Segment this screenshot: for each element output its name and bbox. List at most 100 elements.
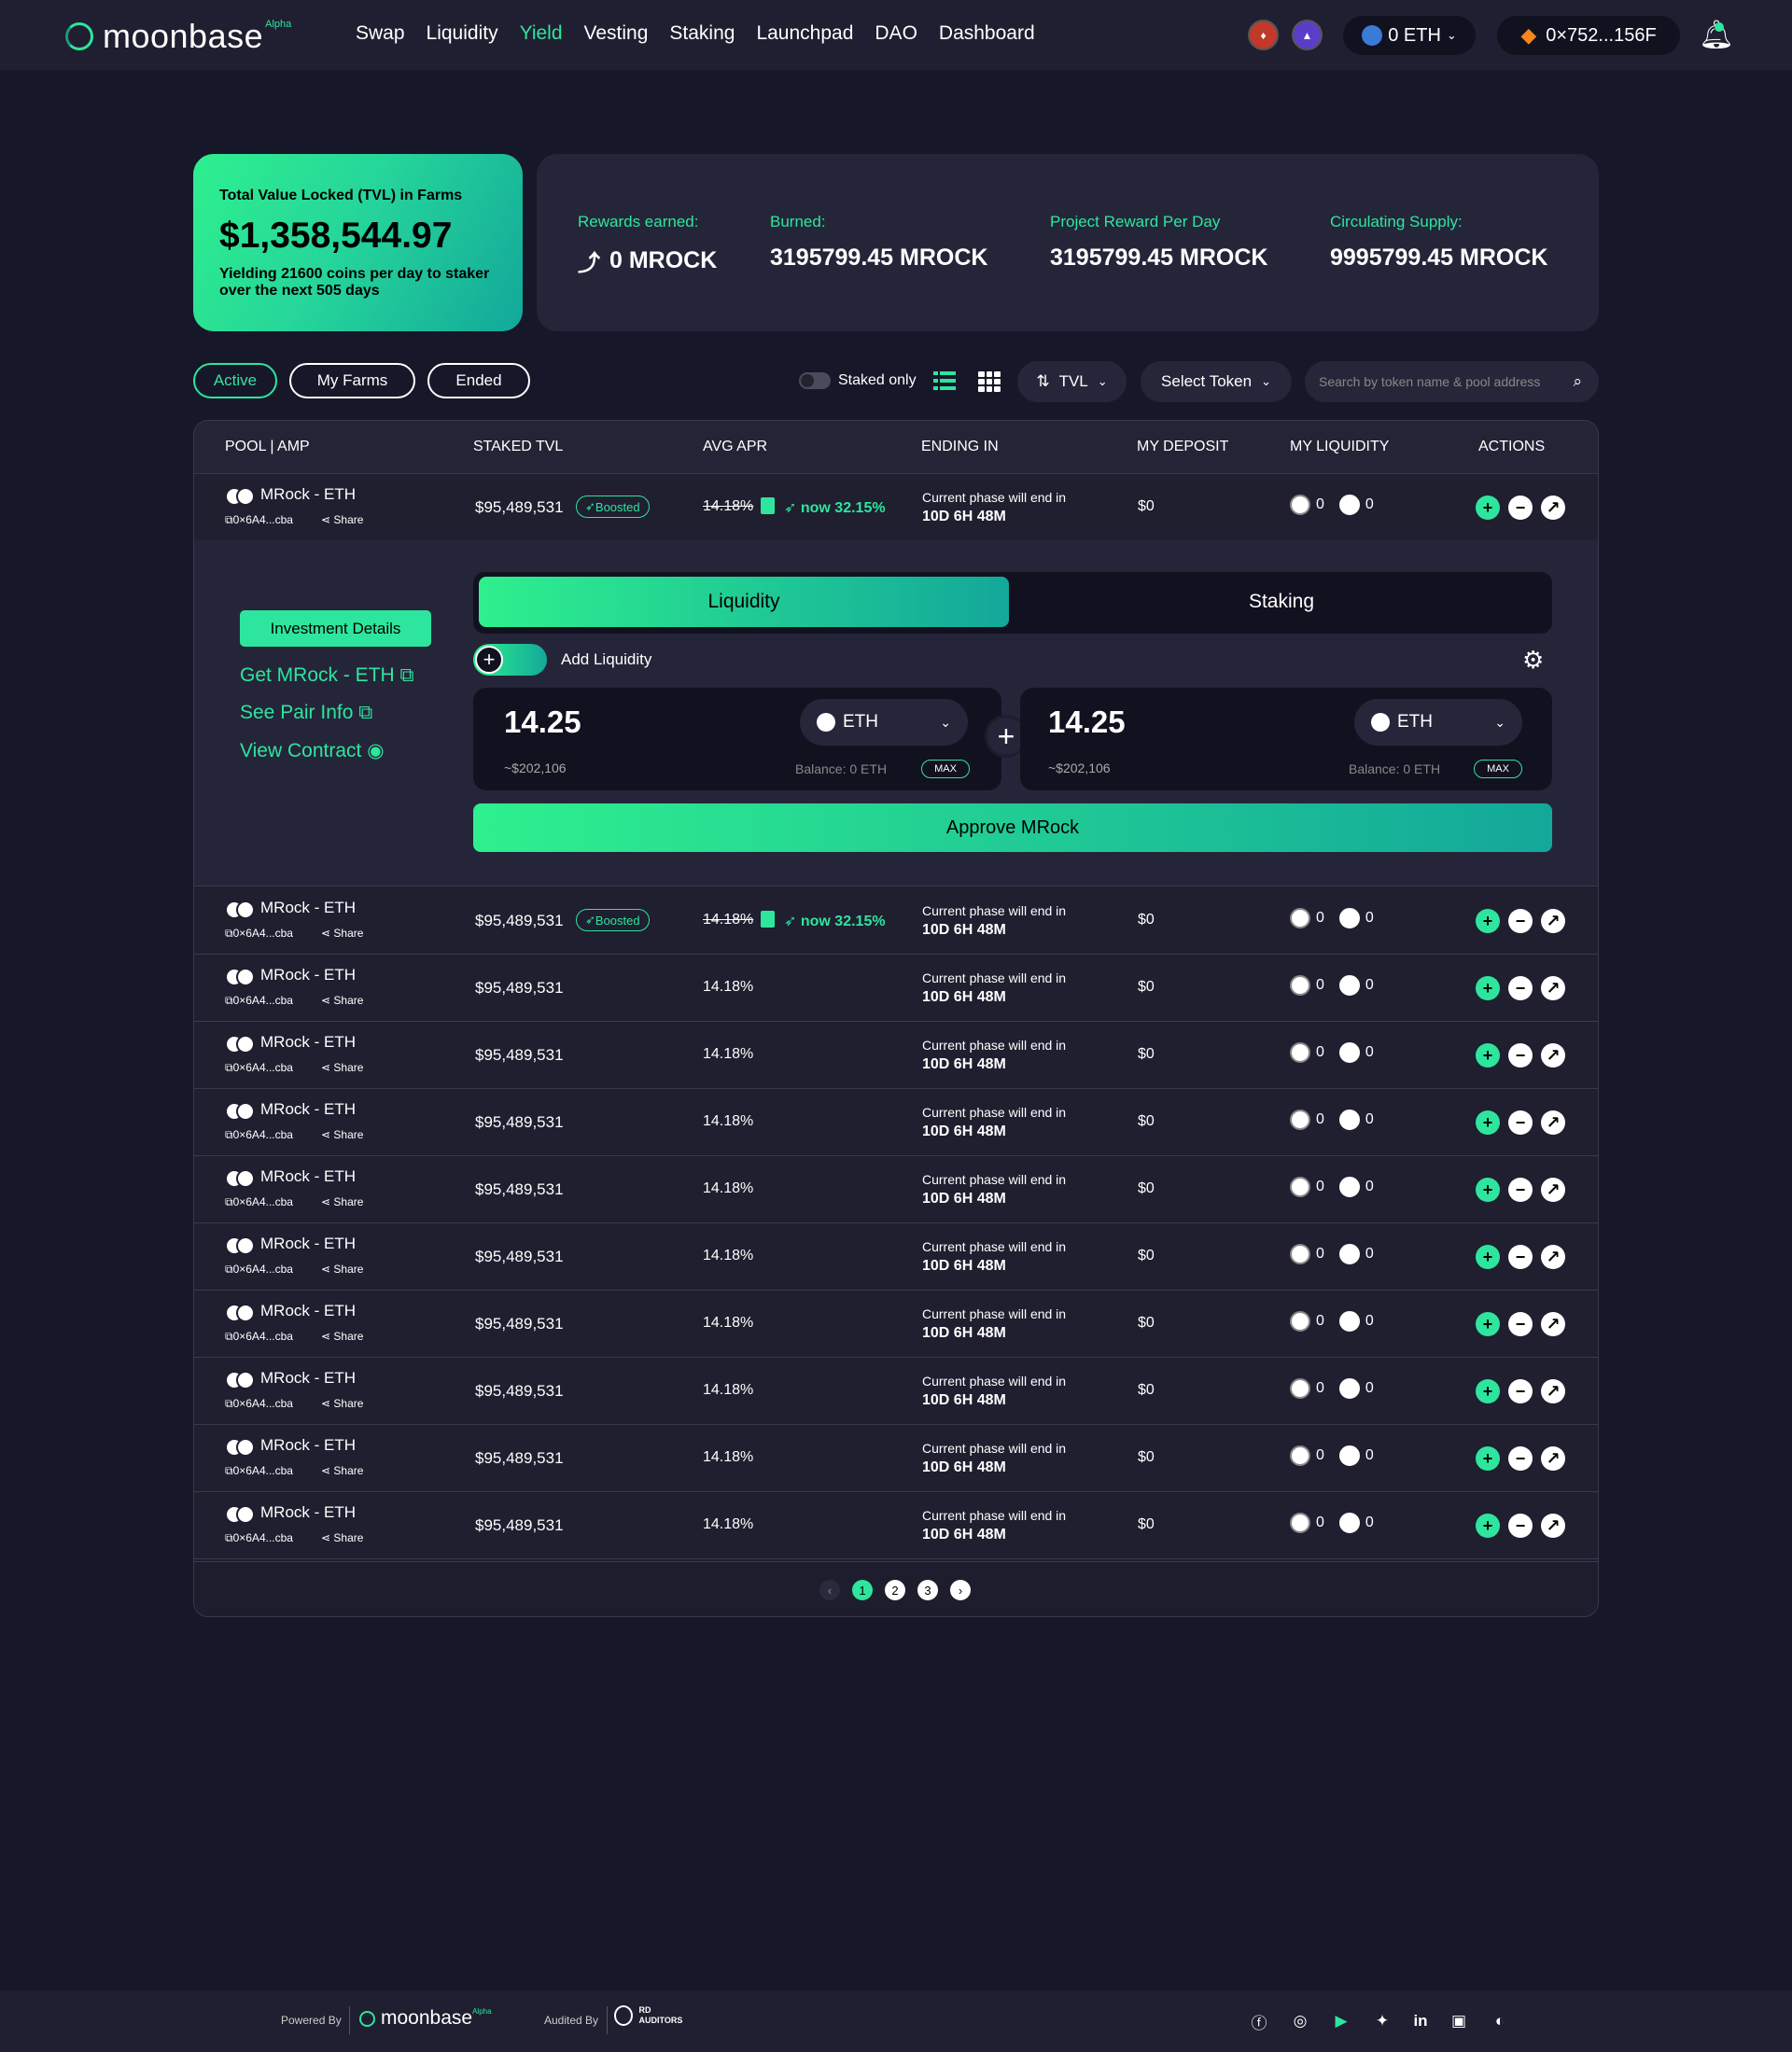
table-row[interactable]: MRock - ETH ⧉0×6A4...cba ⋖ Share $95,489,53… xyxy=(194,1223,1598,1291)
tab-liquidity[interactable]: Liquidity xyxy=(479,577,1009,627)
add-liquidity-icon[interactable]: + xyxy=(1476,1043,1500,1068)
table-row[interactable]: MRock - ETH ⧉0×6A4...cba ⋖ Share $95,489,53… xyxy=(194,887,1598,955)
remove-liquidity-icon[interactable]: − xyxy=(1508,1178,1533,1202)
remove-liquidity-icon[interactable]: − xyxy=(1508,909,1533,933)
page-3-button[interactable]: 3 xyxy=(917,1580,938,1600)
gear-icon[interactable]: ⚙ xyxy=(1522,646,1544,675)
share-link[interactable]: ⋖ Share xyxy=(321,1531,363,1544)
add-liquidity-icon[interactable]: + xyxy=(1476,1312,1500,1336)
share-link[interactable]: ⋖ Share xyxy=(321,994,363,1007)
grid-view-icon[interactable] xyxy=(978,371,1001,392)
sort-dropdown[interactable]: ⇅ TVL ⌄ xyxy=(1017,361,1127,402)
token-b-max-button[interactable]: MAX xyxy=(1474,760,1522,778)
pool-address[interactable]: ⧉0×6A4...cba xyxy=(225,1330,293,1344)
nav-link-launchpad[interactable]: Launchpad xyxy=(756,22,853,45)
twitch-icon[interactable]: ▣ xyxy=(1449,2011,1469,2031)
token-b-select[interactable]: ETH ⌄ xyxy=(1354,699,1522,746)
get-token-link[interactable]: Get MRock - ETH ⧉ xyxy=(240,664,414,687)
table-row[interactable]: MRock - ETH ⧉0×6A4...cba ⋖ Share $95,489,53… xyxy=(194,1156,1598,1223)
table-row[interactable]: MRock - ETH ⧉0×6A4...cba ⋖ Share $95,489,53… xyxy=(194,474,1598,541)
facebook-icon[interactable]: ⓕ xyxy=(1249,2011,1269,2032)
pool-address[interactable]: ⧉0×6A4...cba xyxy=(225,1128,293,1142)
twitter-icon[interactable]: ✦ xyxy=(1372,2011,1393,2031)
add-liquidity-icon[interactable]: + xyxy=(1476,976,1500,1000)
staked-only-toggle[interactable] xyxy=(799,372,831,389)
calculator-icon[interactable] xyxy=(761,497,775,514)
open-farm-icon[interactable]: ↗ xyxy=(1541,976,1565,1000)
view-contract-link[interactable]: View Contract ◉ xyxy=(240,739,385,762)
add-liquidity-icon[interactable]: + xyxy=(1476,1110,1500,1135)
share-link[interactable]: ⋖ Share xyxy=(321,1464,363,1477)
page-2-button[interactable]: 2 xyxy=(885,1580,905,1600)
share-link[interactable]: ⋖ Share xyxy=(321,1128,363,1141)
open-farm-icon[interactable]: ↗ xyxy=(1541,1110,1565,1135)
remove-liquidity-icon[interactable]: − xyxy=(1508,1446,1533,1471)
filter-active-button[interactable]: Active xyxy=(193,363,277,398)
remove-liquidity-icon[interactable]: − xyxy=(1508,1245,1533,1269)
open-farm-icon[interactable]: ↗ xyxy=(1541,1245,1565,1269)
filter-my-farms-button[interactable]: My Farms xyxy=(289,363,415,398)
auditor-logo[interactable]: RD AUDITORS xyxy=(614,2005,682,2026)
search-input[interactable]: Search by token name & pool address ⌕ xyxy=(1305,361,1599,402)
nav-link-yield[interactable]: Yield xyxy=(520,22,563,45)
token-a-select[interactable]: ETH ⌄ xyxy=(800,699,968,746)
share-link[interactable]: ⋖ Share xyxy=(321,1397,363,1410)
pool-address[interactable]: ⧉0×6A4...cba xyxy=(225,1531,293,1545)
open-farm-icon[interactable]: ↗ xyxy=(1541,1379,1565,1403)
table-row[interactable]: MRock - ETH ⧉0×6A4...cba ⋖ Share $95,489,53… xyxy=(194,955,1598,1022)
approve-button[interactable]: Approve MRock xyxy=(473,803,1552,852)
youtube-icon[interactable]: ▶ xyxy=(1331,2011,1351,2031)
remove-liquidity-icon[interactable]: − xyxy=(1508,1514,1533,1538)
see-pair-info-link[interactable]: See Pair Info ⧉ xyxy=(240,702,372,724)
table-row[interactable]: MRock - ETH ⧉0×6A4...cba ⋖ Share $95,489,53… xyxy=(194,1425,1598,1492)
pool-address[interactable]: ⧉0×6A4...cba xyxy=(225,927,293,941)
filter-ended-button[interactable]: Ended xyxy=(427,363,530,398)
next-page-icon[interactable]: › xyxy=(950,1580,971,1600)
add-liquidity-icon[interactable]: + xyxy=(1476,909,1500,933)
open-farm-icon[interactable]: ↗ xyxy=(1541,1312,1565,1336)
footer-moonbase-logo[interactable]: moonbase Alpha xyxy=(359,2007,492,2030)
search-icon[interactable]: ⌕ xyxy=(1573,372,1582,391)
investment-details-button[interactable]: Investment Details xyxy=(240,610,431,647)
table-row[interactable]: MRock - ETH ⧉0×6A4...cba ⋖ Share $95,489,53… xyxy=(194,1492,1598,1559)
add-liquidity-icon[interactable]: + xyxy=(1476,1446,1500,1471)
share-link[interactable]: ⋖ Share xyxy=(321,1263,363,1276)
share-link[interactable]: ⋖ Share xyxy=(321,1195,363,1208)
nav-link-staking[interactable]: Staking xyxy=(669,22,735,45)
pool-address[interactable]: ⧉0×6A4...cba xyxy=(225,1464,293,1478)
calculator-icon[interactable] xyxy=(761,911,775,928)
remove-liquidity-icon[interactable]: − xyxy=(1508,496,1533,520)
network-badge-alt-icon[interactable]: ▲ xyxy=(1292,20,1323,50)
open-farm-icon[interactable]: ↗ xyxy=(1541,1446,1565,1471)
add-liquidity-icon[interactable]: + xyxy=(1476,1245,1500,1269)
pool-address[interactable]: ⧉0×6A4...cba xyxy=(225,1061,293,1075)
share-link[interactable]: ⋖ Share xyxy=(321,513,363,526)
open-farm-icon[interactable]: ↗ xyxy=(1541,909,1565,933)
remove-liquidity-icon[interactable]: − xyxy=(1508,1110,1533,1135)
nav-link-swap[interactable]: Swap xyxy=(356,22,405,45)
open-farm-icon[interactable]: ↗ xyxy=(1541,1178,1565,1202)
linkedin-icon[interactable]: in xyxy=(1410,2011,1431,2031)
open-farm-icon[interactable]: ↗ xyxy=(1541,1043,1565,1068)
balance-button[interactable]: 0 ETH ⌄ xyxy=(1343,16,1476,55)
add-liquidity-toggle[interactable]: + xyxy=(473,644,547,676)
open-farm-icon[interactable]: ↗ xyxy=(1541,496,1565,520)
nav-link-liquidity[interactable]: Liquidity xyxy=(427,22,498,45)
prev-page-icon[interactable]: ‹ xyxy=(819,1580,840,1600)
table-row[interactable]: MRock - ETH ⧉0×6A4...cba ⋖ Share $95,489,53… xyxy=(194,1089,1598,1156)
table-row[interactable]: MRock - ETH ⧉0×6A4...cba ⋖ Share $95,489,53… xyxy=(194,1291,1598,1358)
table-row[interactable]: MRock - ETH ⧉0×6A4...cba ⋖ Share $95,489,53… xyxy=(194,1358,1598,1425)
nav-link-dashboard[interactable]: Dashboard xyxy=(939,22,1035,45)
remove-liquidity-icon[interactable]: − xyxy=(1508,1312,1533,1336)
tab-staking[interactable]: Staking xyxy=(1016,577,1547,627)
table-row[interactable]: MRock - ETH ⧉0×6A4...cba ⋖ Share $95,489,53… xyxy=(194,1022,1598,1089)
select-token-dropdown[interactable]: Select Token ⌄ xyxy=(1141,361,1292,402)
moonbase-logo[interactable]: moonbase Alpha xyxy=(65,17,291,56)
pool-address[interactable]: ⧉0×6A4...cba xyxy=(225,1195,293,1209)
open-farm-icon[interactable]: ↗ xyxy=(1541,1514,1565,1538)
remove-liquidity-icon[interactable]: − xyxy=(1508,1379,1533,1403)
pool-address[interactable]: ⧉0×6A4...cba xyxy=(225,994,293,1008)
share-link[interactable]: ⋖ Share xyxy=(321,1061,363,1074)
remove-liquidity-icon[interactable]: − xyxy=(1508,976,1533,1000)
token-a-max-button[interactable]: MAX xyxy=(921,760,970,778)
